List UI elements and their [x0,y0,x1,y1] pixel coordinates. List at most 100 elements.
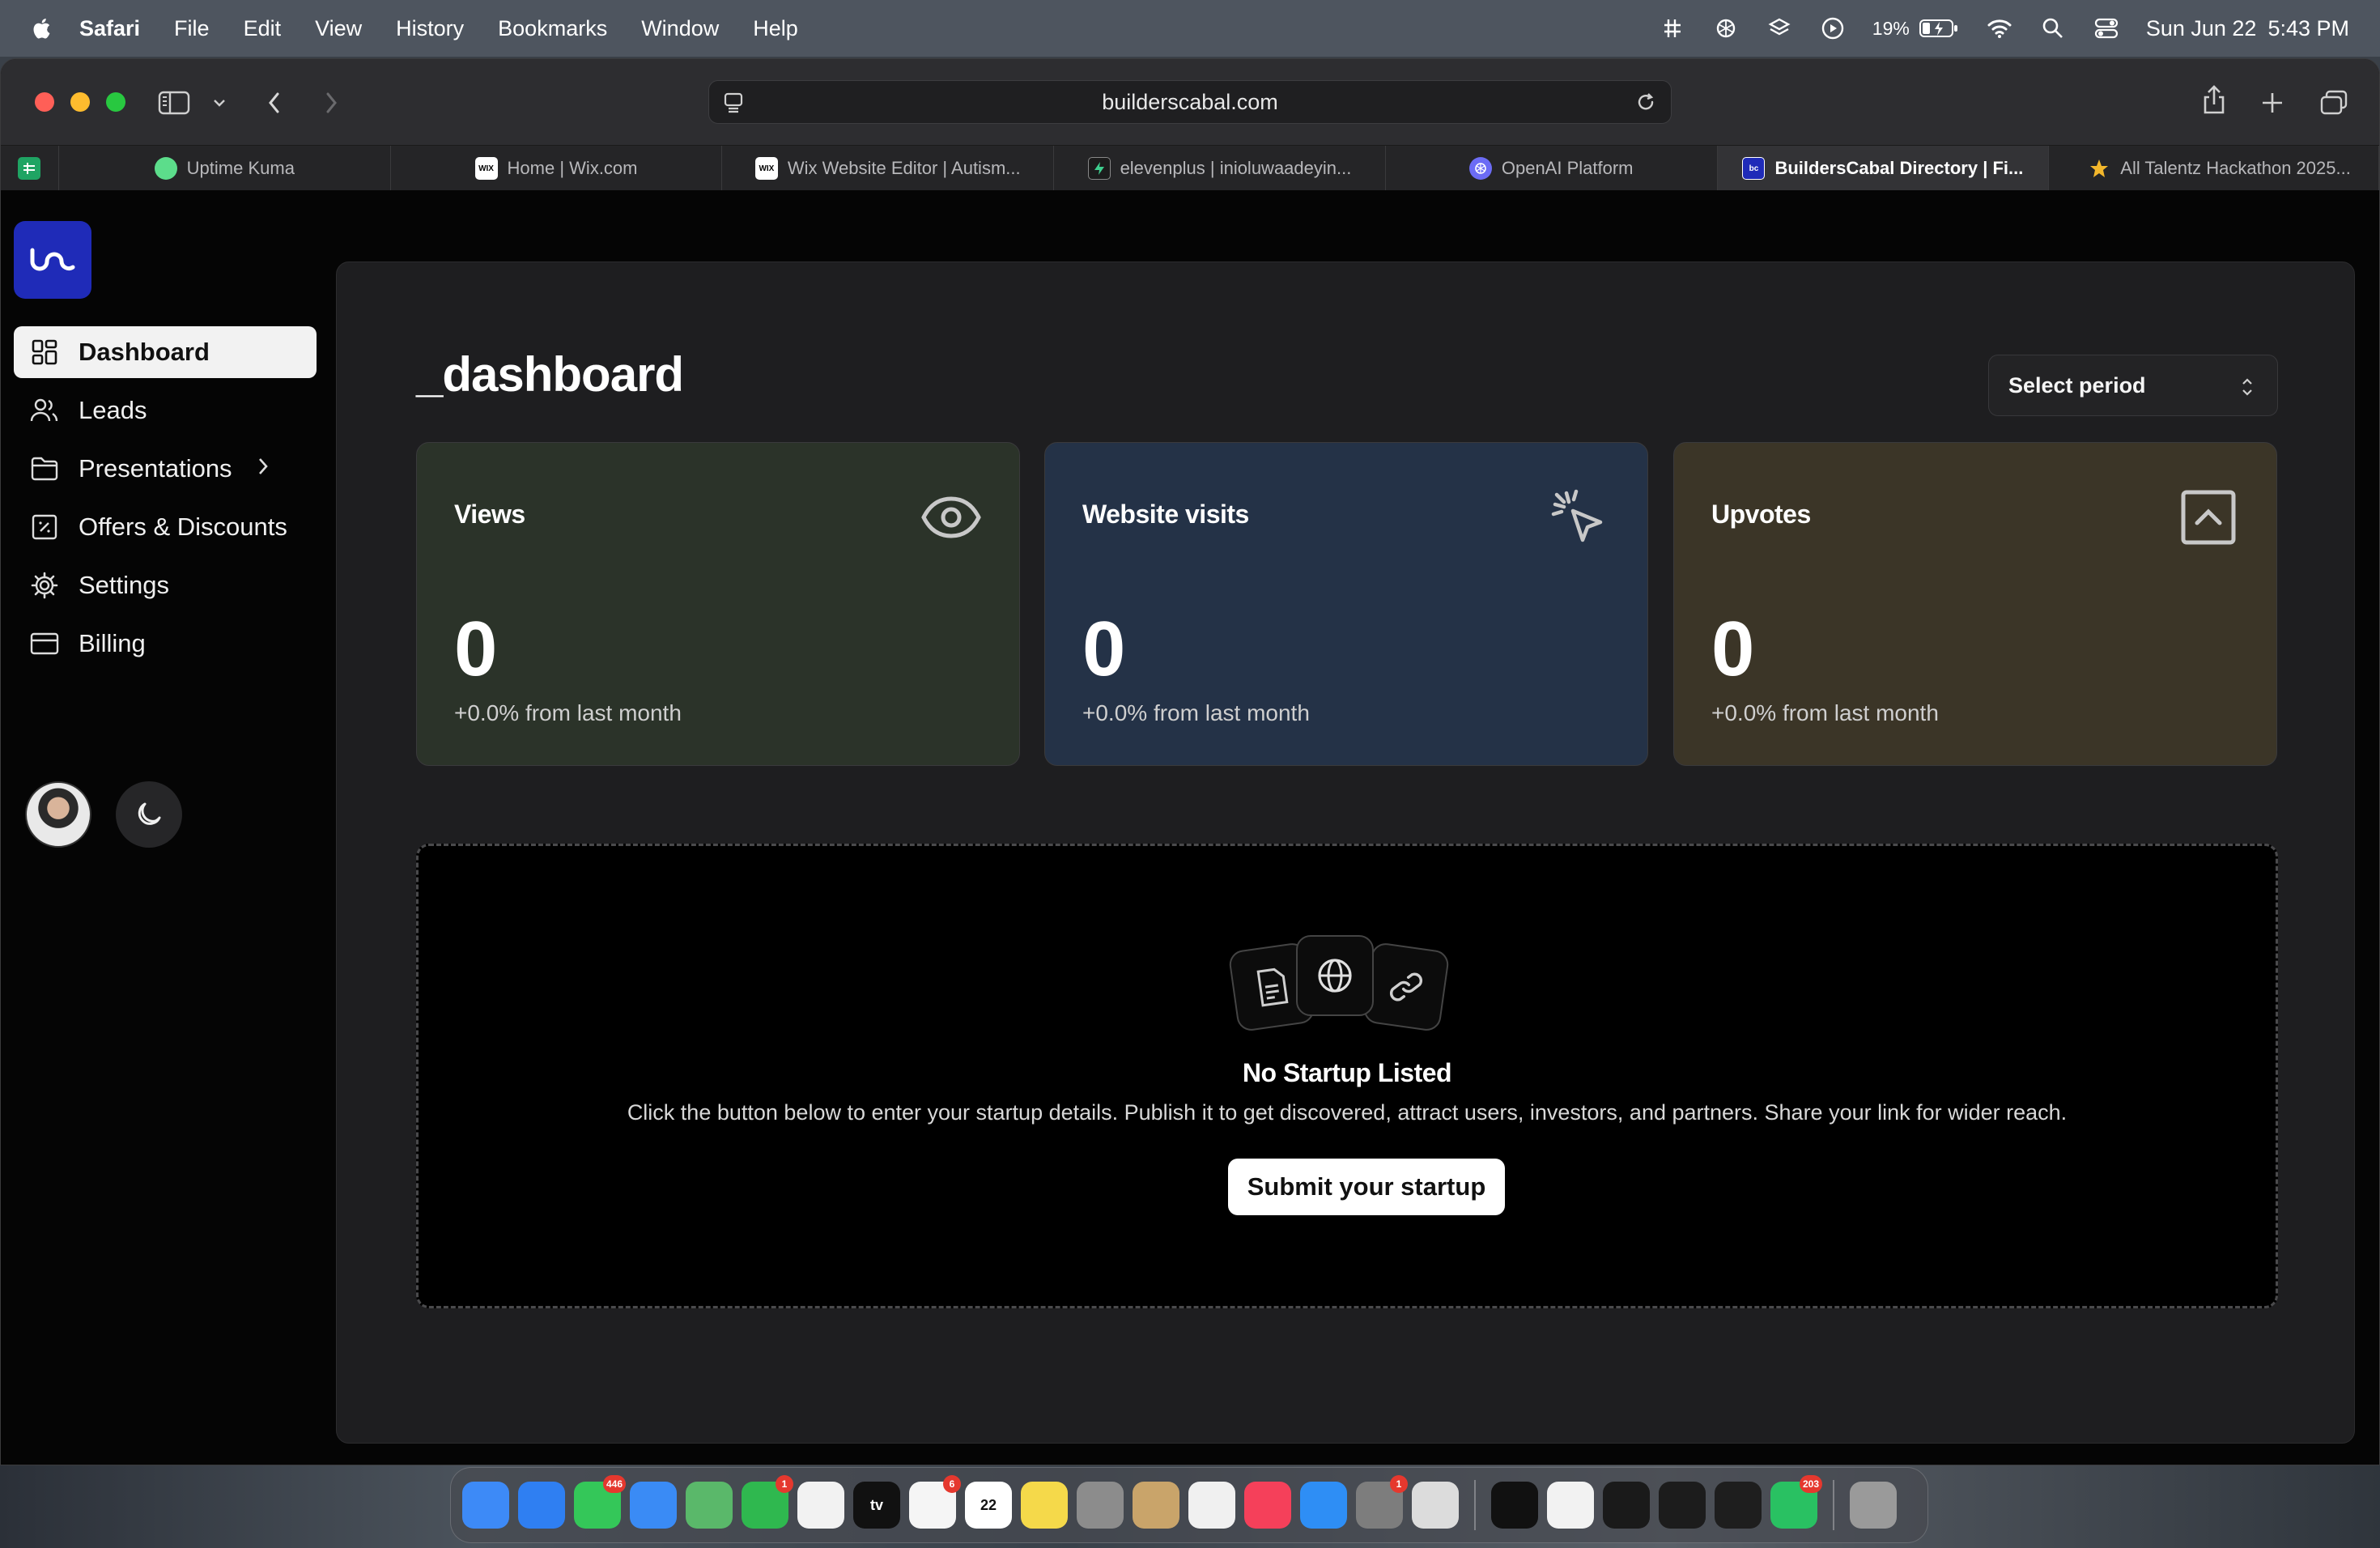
card-value: 0 [1082,606,1126,692]
tab-label: Home | Wix.com [507,158,638,178]
dock-badge: 446 [602,1475,626,1493]
back-icon[interactable] [257,85,292,121]
period-select[interactable]: Select period [1988,355,2278,416]
dock-separator [1474,1480,1476,1530]
dock-launchpad-icon[interactable] [1077,1482,1124,1529]
dock-messages-icon[interactable]: 446 [574,1475,626,1529]
card-delta: +0.0% from last month [1711,700,1939,725]
web-page: Dashboard Leads Presentations Offers & D… [1,190,2379,1465]
share-icon[interactable] [2196,82,2232,117]
menu-file[interactable]: File [174,16,210,41]
tab-supabase[interactable]: elevenplus | inioluwaadeyin... [1054,146,1386,191]
sidebar-toggle-icon[interactable] [156,85,192,121]
avatar[interactable] [25,781,91,848]
dock-calendar-icon[interactable]: 22 [965,1482,1012,1529]
dock-trash-icon[interactable] [1850,1482,1897,1529]
new-tab-icon[interactable] [2255,85,2290,121]
submit-startup-button[interactable]: Submit your startup [1228,1159,1505,1215]
dock-system-settings-icon[interactable]: 1 [1356,1475,1408,1529]
period-select-label: Select period [2008,372,2146,398]
tab-talentz[interactable]: All Talentz Hackathon 2025... [2049,146,2379,191]
hashtag-icon[interactable] [1659,15,1686,42]
tab-uptime-kuma[interactable]: Uptime Kuma [59,146,391,191]
tab-label: Uptime Kuma [186,158,295,178]
menu-window[interactable]: Window [641,16,719,41]
apple-icon[interactable] [31,15,55,42]
menu-app-name[interactable]: Safari [79,16,140,41]
empty-state-illustration [1227,935,1451,1033]
dock-facetime-icon[interactable]: 1 [742,1475,793,1529]
menu-edit[interactable]: Edit [244,16,282,41]
tab-overview-icon[interactable] [2316,85,2352,121]
sidebar-nav: Dashboard Leads Presentations Offers & D… [14,326,317,676]
menu-time[interactable]: 5:43 PM [2267,16,2349,41]
sidebar-item-dashboard[interactable]: Dashboard [14,326,317,378]
dock-app-store-icon[interactable] [1300,1482,1347,1529]
dock-contacts-icon[interactable] [1133,1482,1179,1529]
folder-icon [30,454,59,483]
menu-date[interactable]: Sun Jun 22 [2146,16,2257,41]
tab-openai[interactable]: OpenAI Platform [1386,146,1718,191]
wifi-icon[interactable] [1986,15,2013,42]
dock-chrome-icon[interactable] [1547,1482,1594,1529]
sidebar: Dashboard Leads Presentations Offers & D… [1,190,333,1465]
dock-photos-icon[interactable] [797,1482,844,1529]
forward-icon[interactable] [313,85,349,121]
url-text[interactable]: builderscabal.com [1102,90,1278,115]
page-menu-icon[interactable] [722,91,746,121]
address-bar[interactable]: builderscabal.com [708,80,1672,124]
dock-iphone-mirroring-icon[interactable] [1412,1482,1459,1529]
dock-figma-icon[interactable] [1715,1482,1762,1529]
tab-group-chevron-icon[interactable] [202,85,237,121]
dock-chatgpt-icon[interactable] [1603,1482,1650,1529]
dock-badge: 1 [776,1475,793,1493]
chevron-right-icon [257,454,270,483]
card-icon [30,629,59,658]
empty-state-title: No Startup Listed [1242,1058,1452,1087]
dock-safari-icon[interactable] [518,1482,565,1529]
battery-percent: 19% [1872,17,1910,39]
tab-builderscabal[interactable]: bc BuildersCabal Directory | Fi... [1717,146,2050,191]
layers-icon[interactable] [1766,15,1793,42]
tab-label: elevenplus | inioluwaadeyin... [1120,158,1352,178]
menu-help[interactable]: Help [753,16,798,41]
menu-bookmarks[interactable]: Bookmarks [498,16,607,41]
sidebar-item-settings[interactable]: Settings [14,559,317,611]
dock-reminders-icon[interactable]: 6 [909,1475,961,1529]
builderscabal-logo[interactable] [14,221,91,299]
dock-maps-icon[interactable] [686,1482,733,1529]
dock-freeform-icon[interactable] [1188,1482,1235,1529]
dock-whatsapp-icon[interactable]: 203 [1770,1475,1822,1529]
sidebar-item-billing[interactable]: Billing [14,618,317,670]
zoom-button[interactable] [106,92,125,112]
battery-icon[interactable] [1918,15,1960,42]
tab-wix-editor[interactable]: WIX Wix Website Editor | Autism... [722,146,1055,191]
dock-mail-icon[interactable] [630,1482,677,1529]
dock-cursor-icon[interactable] [1491,1482,1538,1529]
sheets-pinned-tab[interactable] [1,146,59,191]
card-value: 0 [454,606,498,692]
browser-toolbar: builderscabal.com [1,59,2379,145]
search-icon[interactable] [2039,15,2067,42]
sidebar-item-offers[interactable]: Offers & Discounts [14,501,317,553]
tab-wix-home[interactable]: WIX Home | Wix.com [391,146,723,191]
control-center-icon[interactable] [2093,15,2120,42]
sidebar-item-presentations[interactable]: Presentations [14,443,317,495]
dock-tv-icon[interactable]: tv [853,1482,900,1529]
dock-notes-icon[interactable] [1021,1482,1068,1529]
dock-music-icon[interactable] [1244,1482,1291,1529]
theme-toggle-button[interactable] [116,781,182,848]
card-value: 0 [1711,606,1755,692]
chatgpt-menu-icon[interactable] [1712,15,1740,42]
close-button[interactable] [35,92,54,112]
play-circle-icon[interactable] [1819,15,1847,42]
menu-history[interactable]: History [396,16,464,41]
sidebar-item-leads[interactable]: Leads [14,385,317,436]
tab-label: BuildersCabal Directory | Fi... [1774,158,2024,178]
tab-label: Wix Website Editor | Autism... [787,158,1021,178]
reload-icon[interactable] [1634,91,1658,121]
minimize-button[interactable] [70,92,90,112]
dock-finder-icon[interactable] [462,1482,509,1529]
menu-view[interactable]: View [315,16,362,41]
dock-terminal-icon[interactable] [1659,1482,1706,1529]
